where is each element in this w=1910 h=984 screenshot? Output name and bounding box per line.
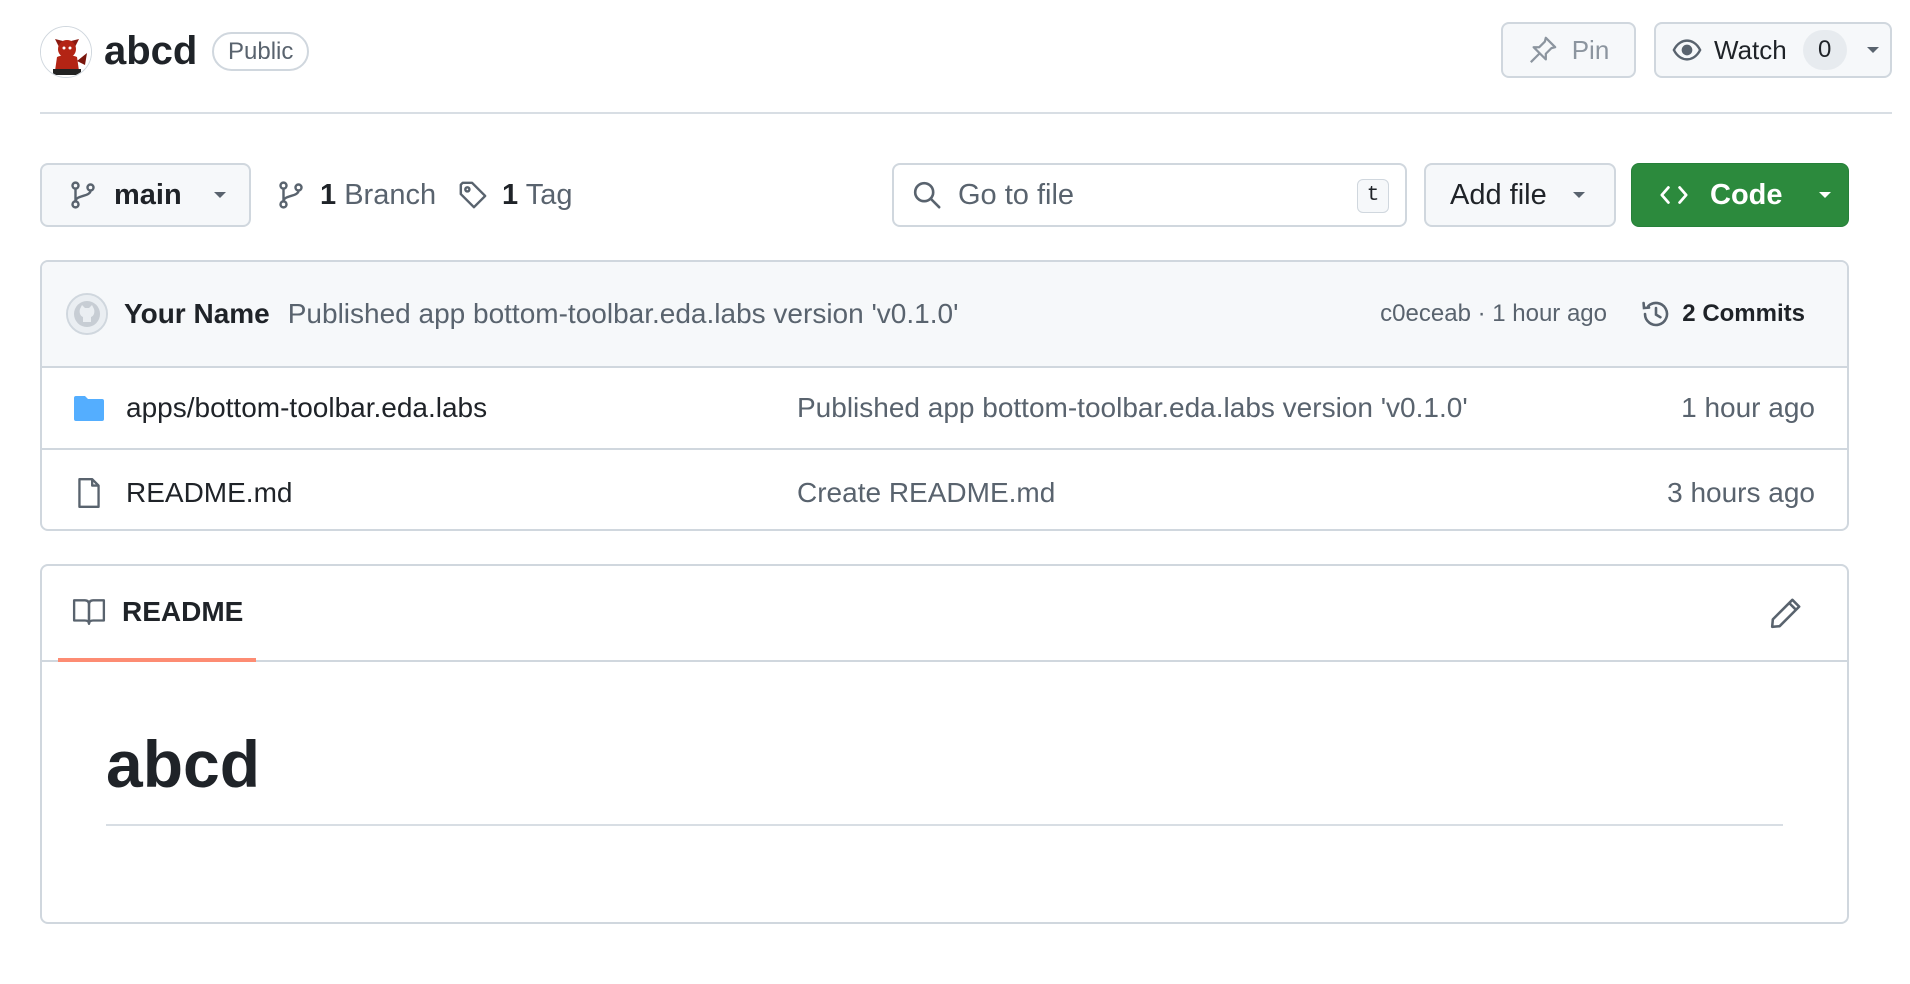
go-to-file-search[interactable]: t [892,163,1407,227]
pencil-icon [1769,596,1805,630]
readme-heading: abcd [106,726,1783,826]
branch-name: main [114,178,182,211]
add-file-button[interactable]: Add file [1424,163,1616,227]
branch-label: Branch [344,178,437,211]
file-name[interactable]: apps/bottom-toolbar.eda.labs [126,392,487,424]
chevron-down-icon [212,190,228,200]
add-file-label: Add file [1450,178,1547,211]
file-browser: Your Name Published app bottom-toolbar.e… [40,260,1849,531]
file-name[interactable]: README.md [126,477,292,509]
visibility-badge: Public [212,32,310,71]
history-icon [1640,298,1672,330]
repo-toolbar: main 1 Branch 1 Tag t [40,163,1849,227]
readme-tab-label: README [122,596,244,627]
pin-icon [1528,35,1558,65]
watch-label: Watch [1714,34,1787,65]
book-icon [72,597,106,627]
table-row[interactable]: apps/bottom-toolbar.eda.labs Published a… [42,368,1847,450]
commit-author[interactable]: Your Name [124,298,270,330]
search-icon [912,180,942,210]
watch-button[interactable]: Watch 0 [1654,22,1892,78]
repo-owner-avatar[interactable] [40,26,92,78]
latest-commit-bar: Your Name Published app bottom-toolbar.e… [42,262,1847,368]
branch-selector[interactable]: main [40,163,251,227]
commit-meta[interactable]: c0eceab · 1 hour ago [1380,262,1607,366]
file-commit-message[interactable]: Published app bottom-toolbar.eda.labs ve… [797,392,1468,424]
watch-count: 0 [1802,30,1847,70]
tab-readme[interactable]: README [58,566,256,662]
git-branch-icon [276,180,306,210]
readme-tabbar: README [42,566,1847,662]
repo-name[interactable]: abcd [104,26,197,76]
tags-link[interactable]: 1 Tag [458,163,572,227]
readme-panel: README abcd [40,564,1849,924]
tag-count: 1 [502,178,519,211]
commits-label: 2 Commits [1682,300,1805,327]
commit-message[interactable]: Published app bottom-toolbar.eda.labs ve… [288,298,959,330]
code-button[interactable]: Code [1631,163,1849,227]
chevron-down-icon [1817,190,1833,200]
commits-history-link[interactable]: 2 Commits [1640,262,1805,366]
keyboard-shortcut-hint: t [1357,179,1389,213]
table-row[interactable]: README.md Create README.md 3 hours ago [42,452,1847,529]
file-commit-message[interactable]: Create README.md [797,477,1055,509]
file-date: 1 hour ago [1681,392,1815,423]
git-branch-icon [68,180,98,210]
pin-button[interactable]: Pin [1501,22,1636,78]
folder-icon [72,393,106,423]
tag-icon [458,180,488,210]
search-input[interactable] [958,178,1338,212]
code-icon [1658,180,1690,210]
chevron-down-icon [1571,190,1587,200]
pin-label: Pin [1571,34,1610,65]
file-icon [72,476,106,510]
file-date: 3 hours ago [1667,477,1815,508]
readme-content: abcd [106,662,1783,826]
code-label: Code [1710,178,1783,211]
branch-count: 1 [320,178,337,211]
devil-avatar-icon [41,27,91,77]
eye-icon [1672,35,1702,65]
edit-readme-button[interactable] [1769,596,1805,632]
branches-link[interactable]: 1 Branch [276,163,436,227]
tag-label: Tag [525,178,573,211]
chevron-down-icon[interactable] [1865,45,1881,55]
avatar[interactable] [66,293,108,335]
repo-header: abcd Public Pin Watch 0 [40,22,1892,114]
github-default-avatar-icon [68,295,106,333]
